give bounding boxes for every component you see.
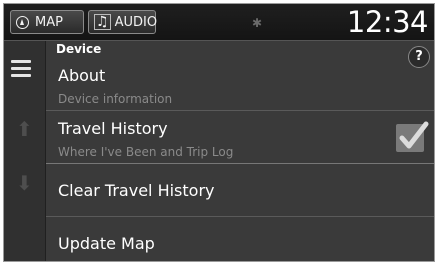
travel-history-checkbox[interactable] (396, 121, 429, 152)
menu-item-label: Update Map (58, 234, 155, 253)
menu-item-label: Travel History (58, 119, 168, 138)
menu-item-label: Clear Travel History (58, 181, 215, 200)
nav-screen: MAP ♫ AUDIO ✱ 12:34 ⬆ ⬇ Device ? About D… (3, 3, 435, 262)
menu-item-travel-history[interactable]: Travel History Where I've Been and Trip … (46, 112, 434, 164)
menu-item-sublabel: Device information (58, 92, 173, 106)
menu-item-sublabel: Where I've Been and Trip Log (58, 145, 234, 159)
bluetooth-icon: ✱ (252, 16, 263, 30)
map-button[interactable]: MAP (10, 10, 84, 34)
sidebar: ⬆ ⬇ (4, 41, 46, 261)
menu-item-clear-travel-history[interactable]: Clear Travel History (46, 165, 434, 217)
scroll-up-icon[interactable]: ⬆ (16, 117, 33, 141)
checkmark-icon (399, 121, 429, 149)
menu-item-update-map[interactable]: Update Map (46, 218, 434, 261)
compass-icon (16, 15, 29, 29)
audio-button-label: AUDIO (114, 14, 158, 30)
menu-item-about[interactable]: About Device information (46, 59, 434, 111)
menu-icon[interactable] (11, 60, 31, 81)
music-note-icon: ♫ (94, 14, 111, 30)
clock: 12:34 (346, 5, 429, 39)
device-menu: Device ? About Device information Travel… (46, 41, 434, 261)
scroll-down-icon[interactable]: ⬇ (16, 171, 33, 195)
map-button-label: MAP (35, 14, 63, 30)
menu-item-label: About (58, 66, 106, 85)
audio-button[interactable]: ♫ AUDIO (88, 10, 158, 34)
top-bar: MAP ♫ AUDIO ✱ 12:34 (4, 4, 434, 41)
section-title: Device (56, 42, 102, 56)
